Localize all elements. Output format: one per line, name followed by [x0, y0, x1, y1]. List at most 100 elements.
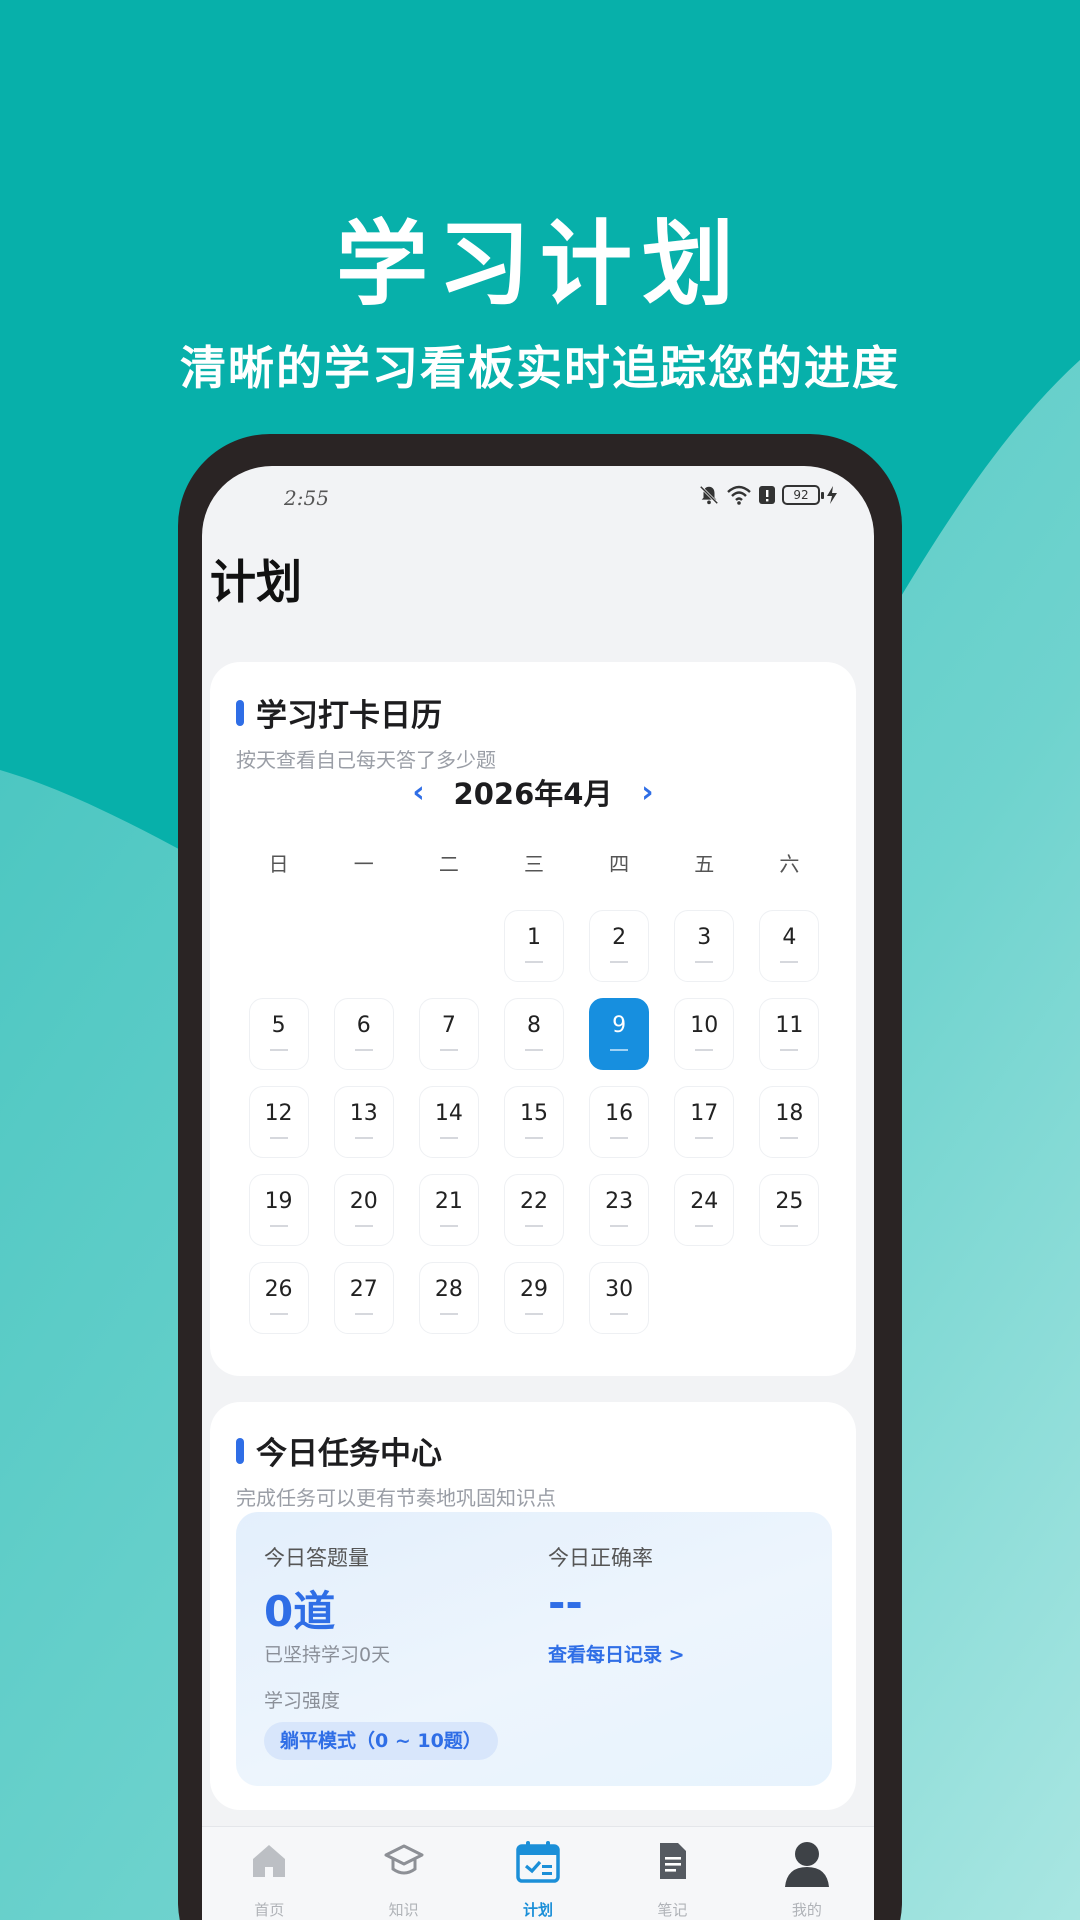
calendar-day[interactable]: 3: [674, 910, 735, 982]
calendar-day[interactable]: 14: [418, 1086, 479, 1158]
today-count-label: 今日答题量: [264, 1546, 369, 1570]
tab-label: 我的: [791, 1901, 822, 1919]
bottom-tab-bar: 首页 知识 计划 笔记 我的: [202, 1826, 874, 1920]
calendar-day-count-dash: [610, 1313, 629, 1315]
tab-plan[interactable]: 计划: [471, 1827, 605, 1920]
tab-notes[interactable]: 笔记: [605, 1827, 739, 1920]
user-icon: [784, 1842, 829, 1887]
calendar-day[interactable]: 29: [503, 1262, 564, 1334]
calendar-day[interactable]: 21: [418, 1174, 479, 1246]
calendar-day[interactable]: 19: [248, 1174, 309, 1246]
calendar-day[interactable]: 16: [589, 1086, 650, 1158]
phone-screen: 2:55 92 计划 学习打卡日历 按天查看自己每天答了多少题 ‹ 2026年4…: [202, 466, 874, 1920]
calendar-day-number: 22: [519, 1189, 548, 1214]
calendar-day[interactable]: 13: [333, 1086, 394, 1158]
calendar-day-number: 28: [434, 1277, 463, 1302]
home-icon: [253, 1845, 286, 1877]
calendar-day-number: 1: [526, 925, 541, 950]
calendar-day-count-dash: [524, 1313, 543, 1315]
calendar-day[interactable]: 10: [674, 998, 735, 1070]
calendar-subtitle: 按天查看自己每天答了多少题: [236, 748, 496, 772]
weekday-label: 五: [694, 852, 715, 876]
tab-knowledge[interactable]: 知识: [336, 1827, 470, 1920]
calendar-day[interactable]: 27: [333, 1262, 394, 1334]
calendar-day-count-dash: [780, 1049, 799, 1051]
tab-label: 笔记: [657, 1901, 688, 1919]
calendar-day[interactable]: 24: [674, 1174, 735, 1246]
calendar-day[interactable]: 17: [674, 1086, 735, 1158]
calendar-day-count-dash: [780, 961, 799, 963]
calendar-day-count-dash: [439, 1225, 458, 1227]
calendar-day-count-dash: [610, 1137, 629, 1139]
calendar-day-count-dash: [695, 1225, 714, 1227]
calendar-day-count-dash: [695, 1137, 714, 1139]
calendar-day-count-dash: [610, 1049, 629, 1051]
calendar-day-count-dash: [524, 1225, 543, 1227]
checkin-calendar-card: 学习打卡日历 按天查看自己每天答了多少题 ‹ 2026年4月 › 日 一 二 三…: [210, 662, 856, 1376]
accuracy-value: --: [548, 1578, 583, 1627]
calendar-day-count-dash: [610, 961, 629, 963]
daily-record-link[interactable]: 查看每日记录 >: [548, 1640, 685, 1667]
calendar-day[interactable]: 4: [759, 910, 820, 982]
intensity-mode-badge[interactable]: 躺平模式（0 ~ 10题）: [264, 1722, 498, 1760]
calendar-day[interactable]: 2: [589, 910, 650, 982]
calendar-day[interactable]: 15: [503, 1086, 564, 1158]
calendar-day-number: 11: [775, 1013, 804, 1038]
tasks-title: 今日任务中心: [256, 1436, 442, 1472]
charging-icon: [827, 486, 837, 504]
wifi-icon: [727, 485, 751, 505]
weekday-label: 日: [268, 852, 289, 876]
calendar-day-count-dash: [354, 1313, 373, 1315]
calendar-day[interactable]: 28: [418, 1262, 479, 1334]
calendar-day-count-dash: [695, 961, 714, 963]
calendar-day-number: 24: [690, 1189, 719, 1214]
weekday-label: 三: [523, 852, 544, 876]
weekday-label: 二: [438, 852, 459, 876]
calendar-day[interactable]: 7: [418, 998, 479, 1070]
bell-muted-icon: [699, 485, 719, 505]
calendar-day-selected[interactable]: 9: [589, 998, 650, 1070]
calendar-day[interactable]: 30: [589, 1262, 650, 1334]
tab-label: 首页: [254, 1901, 285, 1919]
calendar-day-count-dash: [439, 1137, 458, 1139]
calendar-day[interactable]: 20: [333, 1174, 394, 1246]
next-month-button[interactable]: ›: [632, 775, 662, 810]
calendar-day[interactable]: 5: [248, 998, 309, 1070]
month-label: 2026年4月: [453, 777, 613, 811]
calendar-day-number: 10: [690, 1013, 719, 1038]
calendar-day[interactable]: 18: [759, 1086, 820, 1158]
task-stats-panel: 今日答题量 0道 已坚持学习0天 今日正确率 -- 查看每日记录 > 学习强度 …: [236, 1512, 832, 1786]
tab-profile[interactable]: 我的: [740, 1827, 874, 1920]
calendar-day-number: 26: [264, 1277, 293, 1302]
calendar-day-number: 27: [349, 1277, 378, 1302]
title-accent-bar: [236, 700, 244, 726]
calendar-day[interactable]: 1: [503, 910, 564, 982]
calendar-day-count-dash: [269, 1049, 288, 1051]
calendar-day-count-dash: [269, 1225, 288, 1227]
calendar-day[interactable]: 6: [333, 998, 394, 1070]
battery-icon: 92: [782, 485, 824, 505]
calendar-day-count-dash: [439, 1313, 458, 1315]
calendar-day[interactable]: 25: [759, 1174, 820, 1246]
calendar-day[interactable]: 12: [248, 1086, 309, 1158]
calendar-day-number: 16: [605, 1101, 634, 1126]
calendar-day-number: 6: [356, 1013, 371, 1038]
calendar-day[interactable]: 22: [503, 1174, 564, 1246]
promo-title: 学习计划: [335, 211, 744, 318]
calendar-day[interactable]: 26: [248, 1262, 309, 1334]
calendar-day-count-dash: [354, 1049, 373, 1051]
calendar-day-number: 29: [519, 1277, 548, 1302]
calendar-day[interactable]: 23: [589, 1174, 650, 1246]
daily-task-card: 今日任务中心 完成任务可以更有节奏地巩固知识点 今日答题量 0道 已坚持学习0天…: [210, 1402, 856, 1810]
tab-home[interactable]: 首页: [202, 1827, 336, 1920]
calendar-day-number: 23: [605, 1189, 634, 1214]
calendar-day-number: 18: [775, 1101, 804, 1126]
calendar-day[interactable]: 8: [503, 998, 564, 1070]
calendar-day-count-dash: [269, 1137, 288, 1139]
weekday-label: 一: [353, 852, 374, 876]
calendar-day[interactable]: 11: [759, 998, 820, 1070]
calendar-day-count-dash: [695, 1049, 714, 1051]
prev-month-button[interactable]: ‹: [404, 775, 434, 810]
calendar-day-number: 30: [605, 1277, 634, 1302]
calendar-day-number: 14: [434, 1101, 463, 1126]
